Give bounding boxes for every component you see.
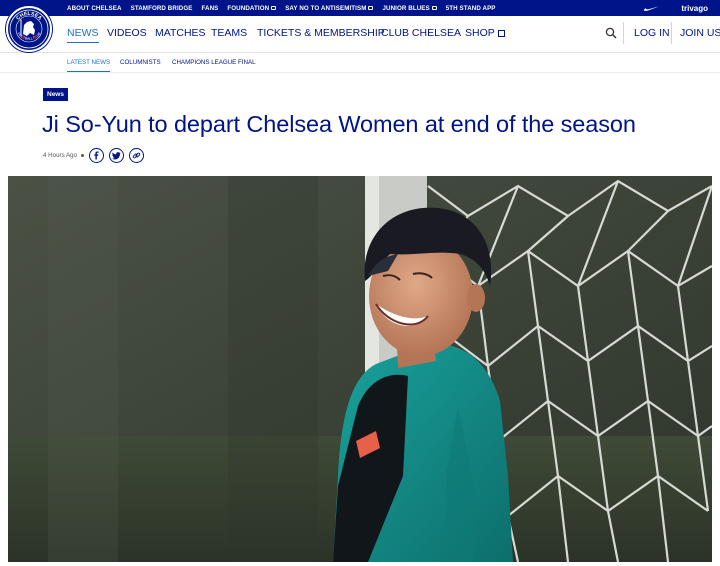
twitter-share-button[interactable] — [109, 147, 125, 163]
lion-crest-icon: CHELSEA FOOTBALL CLUB — [9, 9, 49, 49]
external-link-icon — [271, 6, 277, 10]
join-us-link[interactable]: JOIN US — [680, 27, 720, 39]
search-icon[interactable] — [605, 27, 617, 39]
nav-divider — [623, 22, 624, 44]
utility-link-say-no-to-antisemitism[interactable]: SAY NO TO ANTISEMITISM — [285, 5, 374, 12]
utility-link-junior-blues[interactable]: JUNIOR BLUES — [382, 5, 437, 12]
nav-matches[interactable]: MATCHES — [155, 27, 206, 39]
sponsors: trivago — [643, 0, 708, 16]
nike-swoosh-icon[interactable] — [643, 4, 661, 12]
player-photo-illustration — [8, 176, 712, 562]
nav-videos[interactable]: VIDEOS — [107, 27, 147, 39]
nav-teams[interactable]: TEAMS — [211, 27, 247, 39]
utility-link-5th-stand-app[interactable]: 5TH STAND APP — [446, 5, 496, 12]
trivago-sponsor-link[interactable]: trivago — [681, 4, 708, 13]
utility-links: ABOUT CHELSEA STAMFORD BRIDGE FANS FOUND… — [67, 0, 505, 16]
article-headline: Ji So-Yun to depart Chelsea Women at end… — [42, 111, 636, 137]
login-link[interactable]: LOG IN — [634, 27, 670, 39]
subnav-champions-league-final[interactable]: CHAMPIONS LEAGUE FINAL — [172, 59, 256, 66]
news-subnavigation: LATEST NEWS COLUMNISTS CHAMPIONS LEAGUE … — [0, 53, 720, 73]
utility-link-stamford-bridge[interactable]: STAMFORD BRIDGE — [131, 5, 193, 12]
nav-tickets-membership[interactable]: TICKETS & MEMBERSHIP — [257, 27, 385, 39]
copy-link-button[interactable] — [129, 147, 145, 163]
top-utility-bar: ABOUT CHELSEA STAMFORD BRIDGE FANS FOUND… — [0, 0, 720, 16]
nav-shop[interactable]: SHOP — [465, 27, 505, 39]
utility-link-about-chelsea[interactable]: ABOUT CHELSEA — [67, 5, 122, 12]
twitter-icon — [112, 151, 121, 159]
subnav-columnists[interactable]: COLUMNISTS — [120, 59, 161, 66]
external-link-icon — [497, 30, 505, 37]
publish-time: 4 Hours Ago — [43, 151, 78, 159]
nav-news[interactable]: NEWS — [67, 27, 99, 43]
link-icon — [132, 152, 141, 158]
chelsea-crest-logo[interactable]: CHELSEA FOOTBALL CLUB — [6, 6, 52, 52]
facebook-share-button[interactable] — [89, 147, 105, 163]
nav-divider — [671, 22, 672, 44]
external-link-icon — [368, 6, 374, 10]
nav-club-chelsea[interactable]: CLUB CHELSEA — [381, 27, 461, 39]
subnav-latest-news[interactable]: LATEST NEWS — [67, 59, 111, 72]
facebook-icon — [94, 151, 99, 159]
utility-link-foundation[interactable]: FOUNDATION — [227, 5, 277, 12]
separator-dot — [81, 153, 85, 157]
category-badge[interactable]: News — [43, 88, 68, 101]
article-meta: 4 Hours Ago — [43, 147, 149, 163]
hero-photo-ji-so-yun — [8, 176, 712, 562]
external-link-icon — [431, 6, 437, 10]
utility-link-fans[interactable]: FANS — [201, 5, 218, 12]
